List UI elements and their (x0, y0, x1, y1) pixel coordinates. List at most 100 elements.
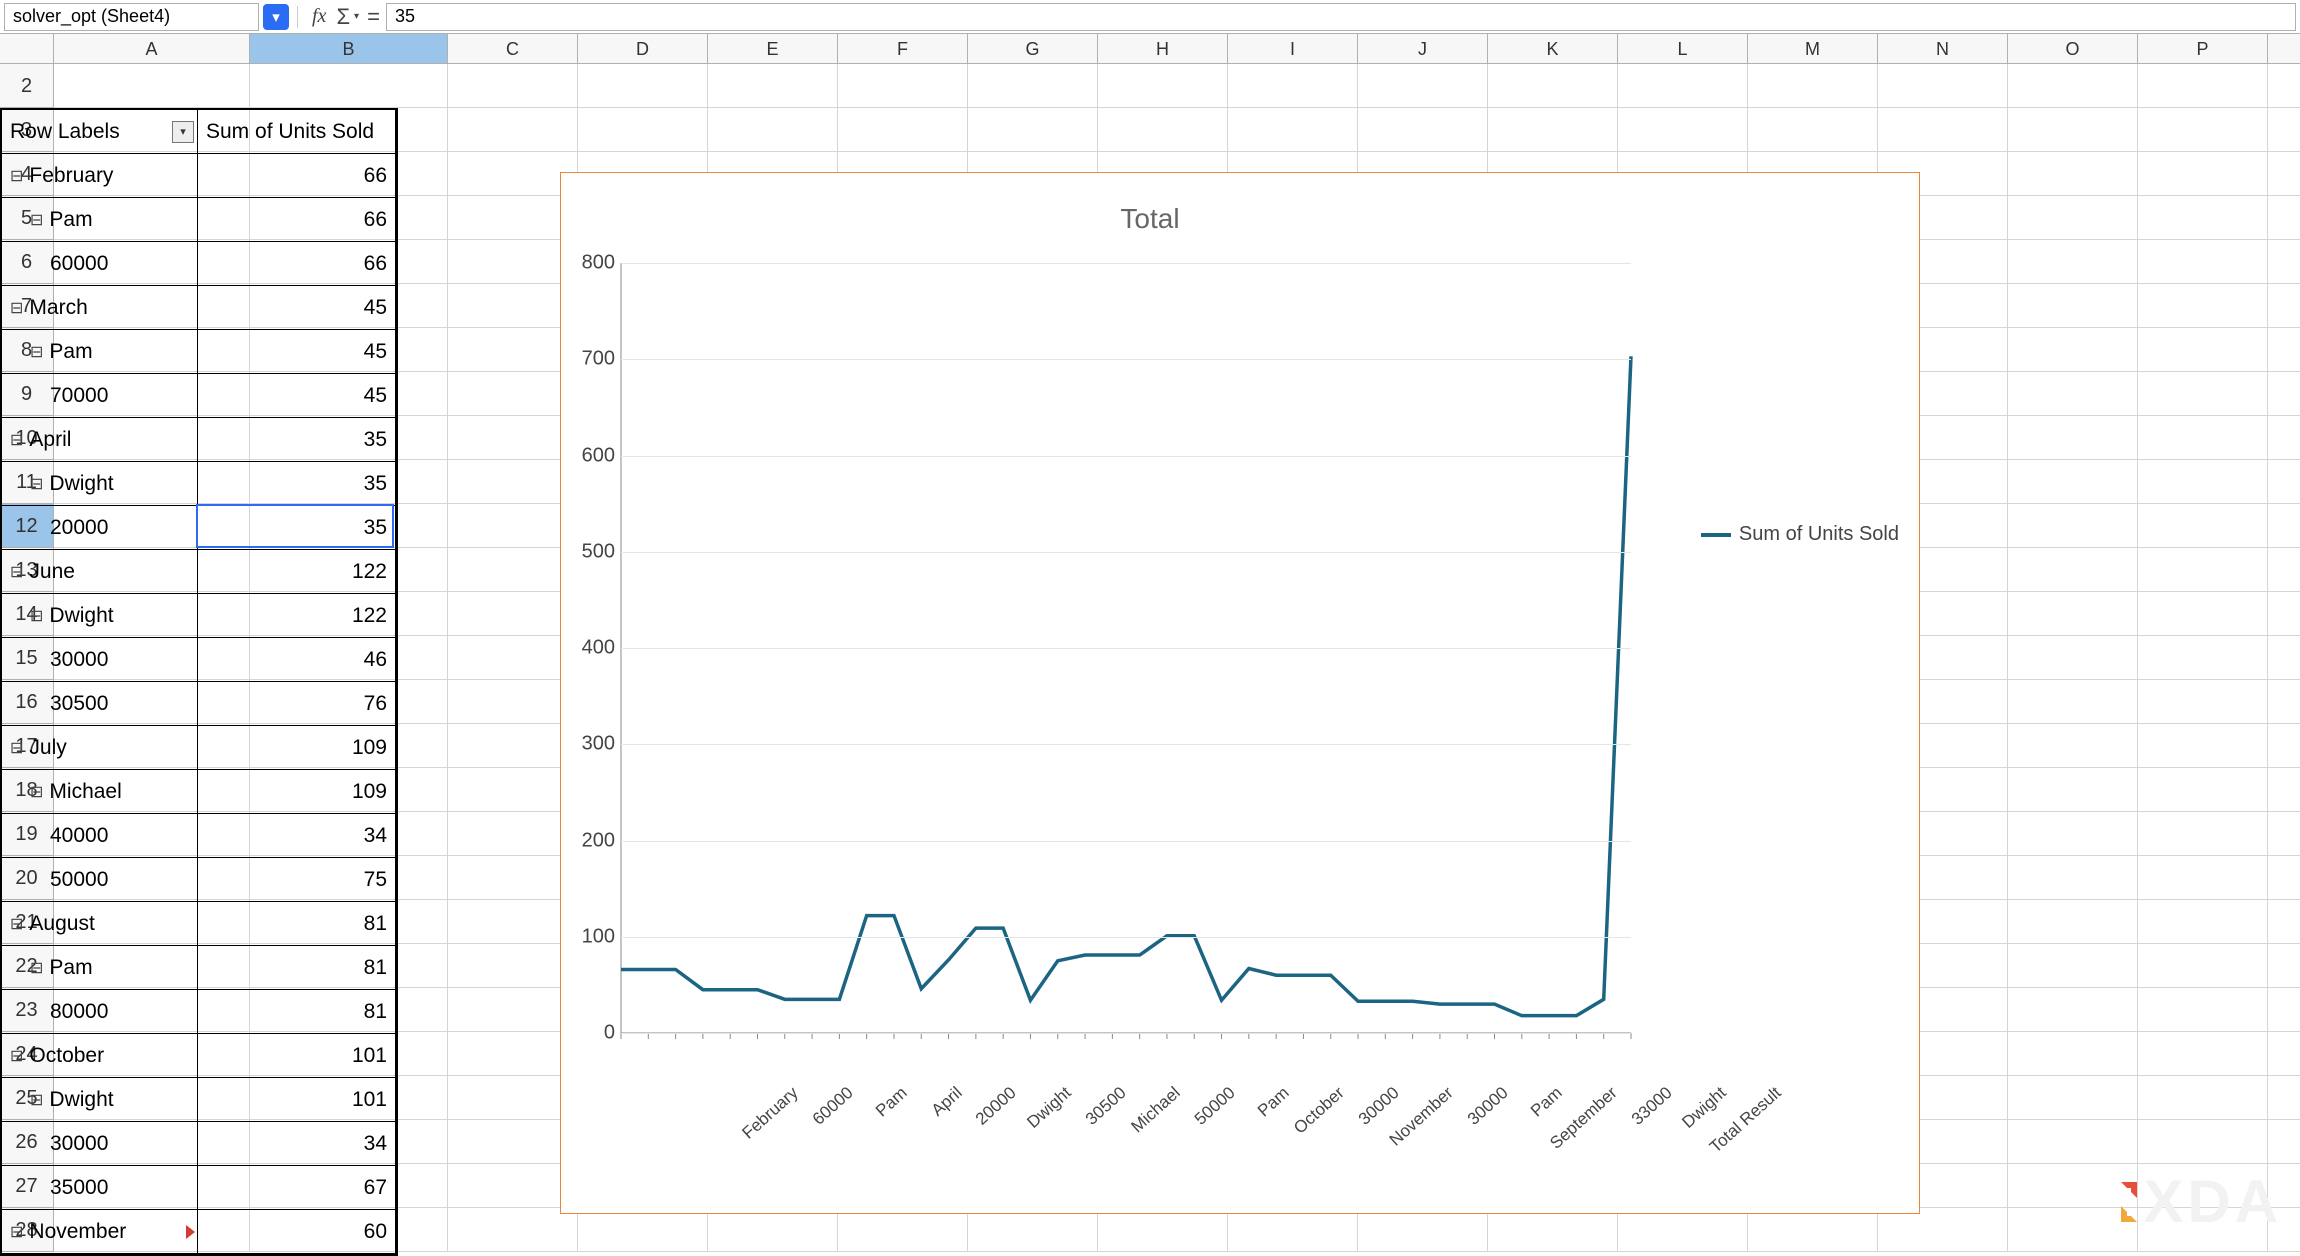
collapse-icon[interactable]: ⊟ (30, 782, 43, 802)
pivot-row-value[interactable]: 67 (198, 1166, 396, 1210)
sigma-dropdown-icon[interactable]: ▾ (354, 11, 359, 22)
pivot-row-label[interactable]: ⊟Pam (2, 198, 198, 242)
equals-icon[interactable]: = (367, 4, 380, 30)
column-header-F[interactable]: F (838, 34, 968, 64)
pivot-row-value[interactable]: 34 (198, 1122, 396, 1166)
chart[interactable]: Total 0100200300400500600700800February6… (560, 172, 1920, 1214)
column-header-A[interactable]: A (54, 34, 250, 64)
collapse-icon[interactable]: ⊟ (10, 298, 23, 318)
pivot-row-value[interactable]: 66 (198, 198, 396, 242)
pivot-row-value[interactable]: 35 (198, 506, 396, 550)
column-header-D[interactable]: D (578, 34, 708, 64)
pivot-row-label[interactable]: ⊟Pam (2, 330, 198, 374)
fx-icon[interactable]: fx (312, 5, 326, 28)
pivot-label-text: 30000 (50, 648, 108, 672)
formula-input[interactable] (386, 3, 2296, 31)
pivot-row-value[interactable]: 122 (198, 550, 396, 594)
pivot-row-value[interactable]: 109 (198, 726, 396, 770)
pivot-row-value[interactable]: 35 (198, 462, 396, 506)
pivot-row-value[interactable]: 45 (198, 286, 396, 330)
collapse-icon[interactable]: ⊟ (10, 562, 23, 582)
name-box-dropdown[interactable]: ▾ (263, 4, 289, 30)
collapse-icon[interactable]: ⊟ (10, 430, 23, 450)
pivot-row-label[interactable]: ⊟Dwight (2, 594, 198, 638)
column-header-I[interactable]: I (1228, 34, 1358, 64)
collapse-icon[interactable]: ⊟ (30, 1090, 43, 1110)
pivot-row-label[interactable]: ⊟Pam (2, 946, 198, 990)
pivot-row-value[interactable]: 45 (198, 330, 396, 374)
pivot-row-label[interactable]: ⊟Michael (2, 770, 198, 814)
pivot-row-label[interactable]: ⊟Dwight (2, 462, 198, 506)
collapse-icon[interactable]: ⊟ (10, 166, 23, 186)
pivot-row-label[interactable]: ⊟April (2, 418, 198, 462)
pivot-label-text: Dwight (49, 1088, 113, 1112)
pivot-row-label[interactable]: ⊟August (2, 902, 198, 946)
pivot-row-label[interactable]: 20000 (2, 506, 198, 550)
pivot-row-label[interactable]: 35000 (2, 1166, 198, 1210)
pivot-row-value[interactable]: 34 (198, 814, 396, 858)
pivot-row-value[interactable]: 76 (198, 682, 396, 726)
pivot-row-label[interactable]: 70000 (2, 374, 198, 418)
column-header-J[interactable]: J (1358, 34, 1488, 64)
column-header-N[interactable]: N (1878, 34, 2008, 64)
collapse-icon[interactable]: ⊟ (30, 958, 43, 978)
pivot-row-label[interactable]: ⊟October (2, 1034, 198, 1078)
pivot-row-value[interactable]: 66 (198, 154, 396, 198)
name-box[interactable]: solver_opt (Sheet4) (4, 3, 259, 31)
collapse-icon[interactable]: ⊟ (30, 342, 43, 362)
column-header-O[interactable]: O (2008, 34, 2138, 64)
pivot-row-label[interactable]: ⊟November (2, 1210, 198, 1254)
pivot-table[interactable]: Row Labels▾Sum of Units Sold⊟February66⊟… (0, 108, 398, 1256)
pivot-row-value[interactable]: 75 (198, 858, 396, 902)
column-header-C[interactable]: C (448, 34, 578, 64)
pivot-row-value[interactable]: 46 (198, 638, 396, 682)
select-all-corner[interactable] (0, 34, 54, 64)
pivot-row-value[interactable]: 45 (198, 374, 396, 418)
row-header-2[interactable]: 2 (0, 64, 54, 108)
pivot-row-value[interactable]: 101 (198, 1078, 396, 1122)
column-header-B[interactable]: B (250, 34, 448, 64)
pivot-row-label[interactable]: 30000 (2, 638, 198, 682)
pivot-row-label[interactable]: 80000 (2, 990, 198, 1034)
pivot-row-label[interactable]: ⊟June (2, 550, 198, 594)
collapse-icon[interactable]: ⊟ (10, 914, 23, 934)
column-header-K[interactable]: K (1488, 34, 1618, 64)
collapse-icon[interactable]: ⊟ (10, 738, 23, 758)
column-header-L[interactable]: L (1618, 34, 1748, 64)
collapse-icon[interactable]: ⊟ (30, 606, 43, 626)
pivot-row-label[interactable]: 60000 (2, 242, 198, 286)
column-header-G[interactable]: G (968, 34, 1098, 64)
pivot-row-label[interactable]: 40000 (2, 814, 198, 858)
column-header-H[interactable]: H (1098, 34, 1228, 64)
pivot-row-value[interactable]: 109 (198, 770, 396, 814)
pivot-row-value[interactable]: 101 (198, 1034, 396, 1078)
pivot-row-value[interactable]: 81 (198, 902, 396, 946)
pivot-row-value[interactable]: 60 (198, 1210, 396, 1254)
pivot-row-value[interactable]: 35 (198, 418, 396, 462)
column-header-P[interactable]: P (2138, 34, 2268, 64)
xda-text: XDA (2143, 1167, 2282, 1236)
collapse-icon[interactable]: ⊟ (30, 210, 43, 230)
pivot-row-label[interactable]: 50000 (2, 858, 198, 902)
column-header-M[interactable]: M (1748, 34, 1878, 64)
pivot-row-label[interactable]: ⊟February (2, 154, 198, 198)
column-header-Q[interactable]: Q (2268, 34, 2300, 64)
pivot-row-value[interactable]: 122 (198, 594, 396, 638)
collapse-icon[interactable]: ⊟ (10, 1222, 23, 1242)
sigma-icon[interactable]: Σ (336, 4, 350, 30)
pivot-row-value[interactable]: 81 (198, 946, 396, 990)
overflow-marker-icon (186, 1225, 195, 1239)
collapse-icon[interactable]: ⊟ (10, 1046, 23, 1066)
pivot-row-value[interactable]: 66 (198, 242, 396, 286)
divider (297, 6, 298, 28)
pivot-row-value[interactable]: 81 (198, 990, 396, 1034)
y-tick-label: 0 (565, 1022, 615, 1045)
collapse-icon[interactable]: ⊟ (30, 474, 43, 494)
pivot-filter-button[interactable]: ▾ (172, 121, 194, 143)
pivot-row-label[interactable]: 30000 (2, 1122, 198, 1166)
pivot-row-label[interactable]: ⊟July (2, 726, 198, 770)
pivot-row-label[interactable]: ⊟ Dwight (2, 1078, 198, 1122)
pivot-row-label[interactable]: ⊟March (2, 286, 198, 330)
column-header-E[interactable]: E (708, 34, 838, 64)
pivot-row-label[interactable]: 30500 (2, 682, 198, 726)
